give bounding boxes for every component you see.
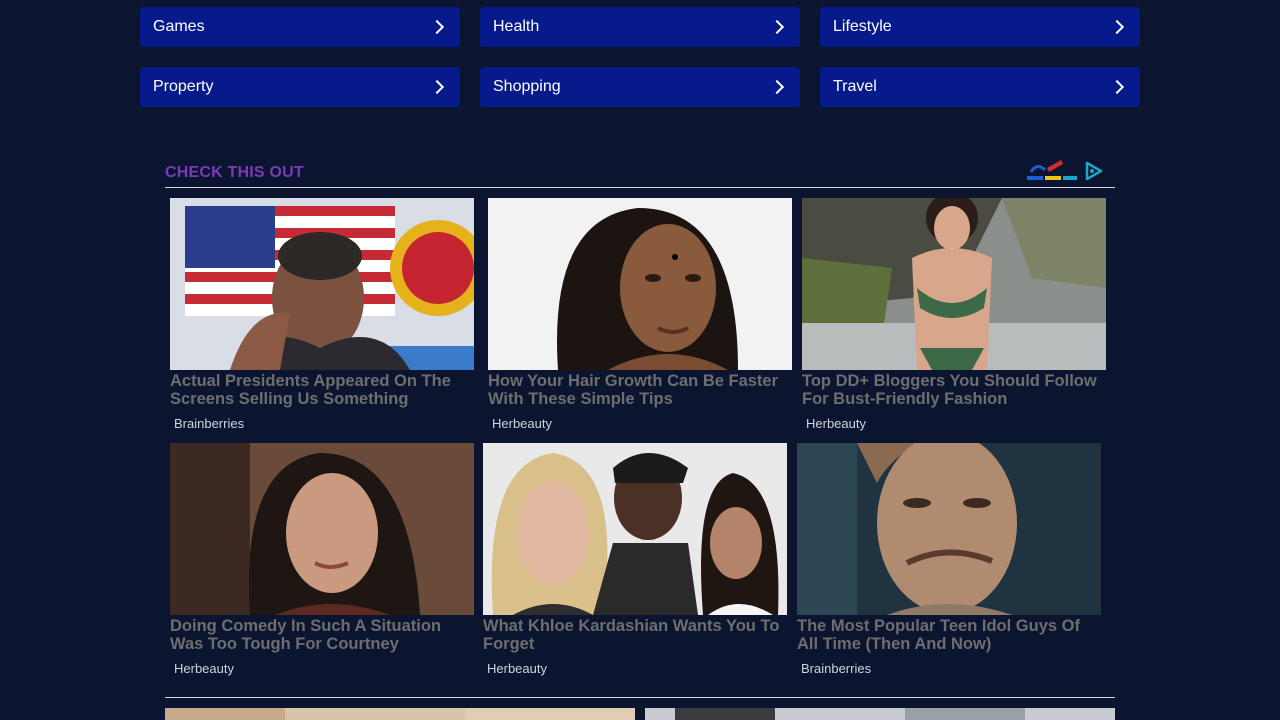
category-health-button[interactable]: Health <box>480 7 800 47</box>
article-card[interactable]: Doing Comedy In Such A Situation Was Too… <box>170 443 474 676</box>
article-source: Herbeauty <box>806 416 866 431</box>
chevron-right-icon <box>429 19 445 35</box>
article-title[interactable]: Doing Comedy In Such A Situation Was Too… <box>170 617 474 653</box>
adchoices-icon <box>1085 161 1103 181</box>
article-card[interactable]: Top DD+ Bloggers You Should Follow For B… <box>802 198 1106 431</box>
section-header: CHECK THIS OUT <box>165 150 1115 188</box>
chevron-right-icon <box>769 19 785 35</box>
category-grid: Games Health Lifestyle Property Shopping… <box>140 7 1140 107</box>
article-thumbnail[interactable] <box>165 708 635 720</box>
chevron-right-icon <box>1109 19 1125 35</box>
article-thumbnail[interactable] <box>170 443 474 615</box>
category-travel-button[interactable]: Travel <box>820 67 1140 107</box>
chevron-right-icon <box>429 79 445 95</box>
article-source: Herbeauty <box>492 416 552 431</box>
article-title[interactable]: How Your Hair Growth Can Be Faster With … <box>488 372 792 408</box>
chevron-right-icon <box>1109 79 1125 95</box>
article-title[interactable]: Top DD+ Bloggers You Should Follow For B… <box>802 372 1106 408</box>
article-thumbnail[interactable] <box>170 198 474 370</box>
category-label: Health <box>493 18 540 35</box>
ad-logo[interactable] <box>1027 158 1105 182</box>
category-property-button[interactable]: Property <box>140 67 460 107</box>
article-source: Brainberries <box>801 661 872 676</box>
article-title[interactable]: Actual Presidents Appeared On The Screen… <box>170 372 474 408</box>
article-thumbnail[interactable] <box>797 443 1101 615</box>
article-source: Herbeauty <box>487 661 547 676</box>
article-title[interactable]: What Khloe Kardashian Wants You To Forge… <box>483 617 787 653</box>
category-label: Property <box>153 78 214 95</box>
section-divider <box>165 697 1115 698</box>
article-card[interactable]: The Most Popular Teen Idol Guys Of All T… <box>797 443 1101 676</box>
article-thumbnail[interactable] <box>645 708 1115 720</box>
network-logo-icon <box>1027 160 1077 180</box>
recommendation-section: CHECK THIS OUT <box>165 150 1115 188</box>
article-source: Brainberries <box>174 416 245 431</box>
article-card[interactable]: What Khloe Kardashian Wants You To Forge… <box>483 443 787 676</box>
category-label: Lifestyle <box>833 18 892 35</box>
article-title[interactable]: The Most Popular Teen Idol Guys Of All T… <box>797 617 1101 653</box>
article-thumbnail[interactable] <box>802 198 1106 370</box>
article-thumbnail[interactable] <box>488 198 792 370</box>
category-label: Travel <box>833 78 877 95</box>
section-title: CHECK THIS OUT <box>165 164 304 181</box>
article-card[interactable]: How Your Hair Growth Can Be Faster With … <box>488 198 792 431</box>
article-card[interactable]: Actual Presidents Appeared On The Screen… <box>170 198 474 431</box>
category-label: Games <box>153 18 205 35</box>
article-source: Herbeauty <box>174 661 234 676</box>
category-games-button[interactable]: Games <box>140 7 460 47</box>
category-shopping-button[interactable]: Shopping <box>480 67 800 107</box>
article-thumbnail[interactable] <box>483 443 787 615</box>
category-label: Shopping <box>493 78 561 95</box>
category-lifestyle-button[interactable]: Lifestyle <box>820 7 1140 47</box>
chevron-right-icon <box>769 79 785 95</box>
